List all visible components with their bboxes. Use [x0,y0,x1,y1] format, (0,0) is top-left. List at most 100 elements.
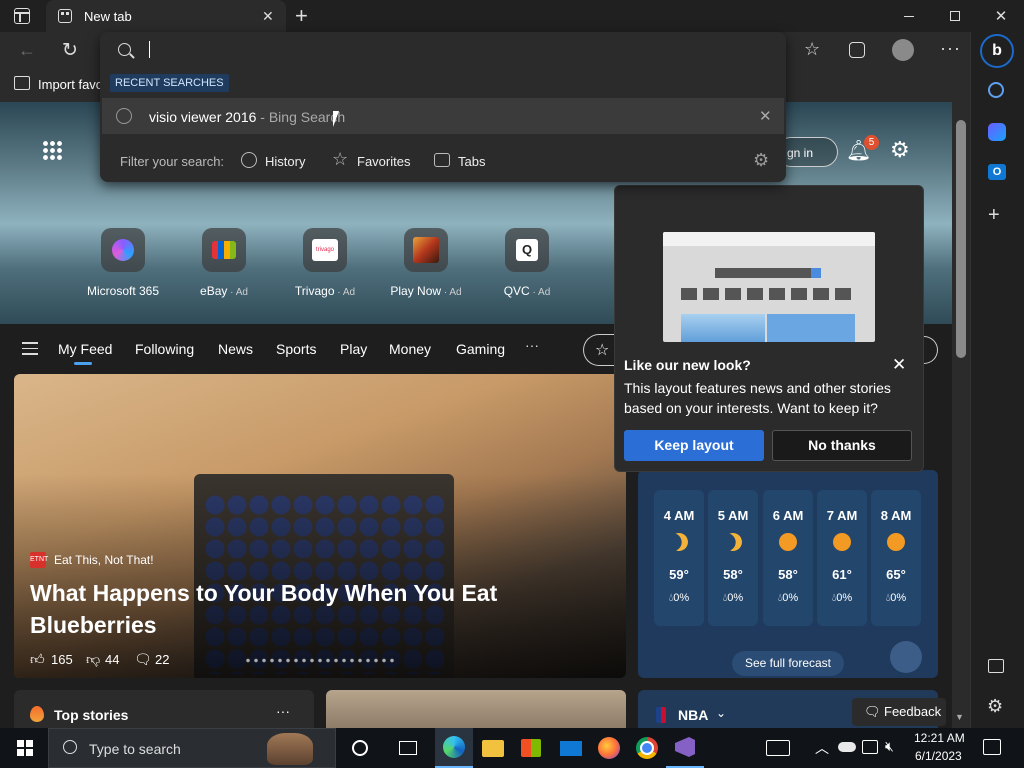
history-icon [116,108,132,124]
keep-layout-button[interactable]: Keep layout [624,430,764,461]
chrome-icon[interactable] [628,728,666,768]
feed-tab-sports[interactable]: Sports [276,341,316,357]
dislike-icon[interactable]: 👎︎ [86,651,100,668]
news-image-card[interactable] [326,690,626,730]
profile-avatar[interactable] [892,39,914,61]
popup-close-icon[interactable]: ✕ [892,355,906,375]
sidebar-toggle-icon[interactable] [988,659,1004,673]
filter-history[interactable]: History [265,154,305,169]
quick-link-microsoft-365[interactable]: Microsoft 365 [73,228,173,298]
carousel-dots[interactable] [244,658,394,663]
like-icon[interactable]: 👍︎ [30,651,45,668]
notification-center-icon[interactable] [983,739,1001,755]
active-tab-indicator [74,362,92,365]
feed-tab-following[interactable]: Following [135,341,194,357]
visual-studio-icon[interactable] [666,728,704,768]
filter-favorites-icon: ☆ [332,149,349,169]
microsoft-store-icon[interactable] [512,728,550,768]
top-stories-more-icon[interactable]: ··· [276,703,290,719]
search-sidebar-icon[interactable] [988,82,1004,98]
feed-menu-icon[interactable] [22,342,38,355]
edge-taskbar-icon[interactable] [435,728,473,768]
restore-button[interactable] [932,0,978,32]
new-tab-button[interactable]: + [295,3,308,29]
sun-icon [887,533,905,551]
no-thanks-button[interactable]: No thanks [772,430,912,461]
feedback-button[interactable]: 🗨︎ Feedback [852,698,946,726]
add-sidebar-app-icon[interactable]: + [988,204,1000,227]
clock-time[interactable]: 12:21 AM [914,731,965,745]
see-full-forecast-button[interactable]: See full forecast [732,651,844,676]
sidebar-settings-icon[interactable]: ⚙ [987,696,1003,717]
feed-more-icon[interactable]: ··· [525,337,539,353]
sign-in-label: gn in [787,146,814,160]
quick-link-ebay[interactable]: eBay · Ad [174,228,274,298]
tab-title: New tab [84,9,132,24]
outlook-icon[interactable]: O [988,164,1006,180]
quick-link-label: Play Now [390,284,442,298]
remove-suggestion-icon[interactable]: ✕ [759,107,772,125]
comment-icon[interactable]: 🗨︎ [134,651,152,668]
taskbar-search-box[interactable]: Type to search [48,728,336,768]
feed-tab-news[interactable]: News [218,341,253,357]
page-settings-icon[interactable]: ⚙ [890,137,910,163]
apps-launcher-icon[interactable] [42,140,62,160]
feed-tab-my-feed[interactable]: My Feed [58,341,112,357]
tray-chevron-icon[interactable]: ︿ [815,738,829,758]
search-highlight-otter-icon [267,733,313,765]
weather-widget-icon[interactable] [890,641,922,673]
hour-temp: 59° [669,567,689,582]
start-button[interactable] [6,728,44,768]
keyboard-icon[interactable] [766,740,790,756]
quick-link-play-now[interactable]: Play Now · Ad [376,228,476,298]
tab-close-icon[interactable]: ✕ [262,8,274,25]
feed-tab-gaming[interactable]: Gaming [456,341,505,357]
feed-tab-money[interactable]: Money [389,341,431,357]
refresh-icon[interactable]: ↻ [62,39,78,62]
layout-preview-illustration [663,232,875,342]
clock-date[interactable]: 6/1/2023 [915,749,962,763]
taskbar-search-placeholder: Type to search [89,741,181,757]
bing-chat-icon[interactable]: b [980,34,1014,68]
onedrive-icon[interactable] [838,742,856,752]
file-explorer-icon[interactable] [474,728,512,768]
article-title-line-2[interactable]: Blueberries [30,612,157,639]
feed-tab-play[interactable]: Play [340,341,367,357]
quick-link-qvc[interactable]: Q QVC · Ad [477,228,577,298]
search-settings-icon[interactable]: ⚙ [753,150,769,171]
network-icon[interactable] [862,740,878,754]
cortana-icon[interactable] [341,728,379,768]
ad-tag: · Ad [441,287,462,298]
collections-icon[interactable] [849,42,865,58]
hour-precip: 💧︎0% [777,592,799,604]
weather-hour: 8 AM 65° 💧︎0% [871,490,921,626]
tab-actions-icon[interactable] [14,8,30,24]
address-input[interactable] [140,38,770,62]
article-title-line-1[interactable]: What Happens to Your Body When You Eat [30,580,497,607]
weather-hour: 5 AM 58° 💧︎0% [708,490,758,626]
quick-link-trivago[interactable]: trivago Trivago · Ad [275,228,375,298]
weather-hour: 4 AM 59° 💧︎0% [654,490,704,626]
nba-dropdown-icon[interactable]: ⌄ [716,706,726,720]
volume-muted-icon[interactable]: 🔇︎ [885,738,894,755]
close-window-button[interactable]: ✕ [978,0,1024,32]
precip-value: 0% [836,592,853,604]
popup-body-line-1: This layout features news and other stor… [624,380,891,396]
filter-favorites[interactable]: Favorites [357,154,410,169]
copilot-icon[interactable] [988,123,1006,141]
minimize-button[interactable] [886,0,932,32]
new-look-popup [614,185,924,472]
suggestion-query: visio viewer 2016 [149,109,257,125]
import-favorites-link[interactable]: Import favo [38,77,103,92]
tab-new-tab[interactable] [46,0,286,32]
firefox-icon[interactable] [590,728,628,768]
more-options-icon[interactable]: ··· [940,38,961,59]
add-favorite-icon[interactable]: ☆ [804,39,820,60]
scrollbar-thumb[interactable] [956,120,966,358]
back-icon[interactable]: ← [18,40,36,61]
filter-tabs[interactable]: Tabs [458,154,485,169]
task-view-icon[interactable] [389,728,427,768]
scroll-down-icon[interactable]: ▼ [955,712,964,722]
mail-icon[interactable] [552,728,590,768]
trivago-icon: trivago [303,228,347,272]
